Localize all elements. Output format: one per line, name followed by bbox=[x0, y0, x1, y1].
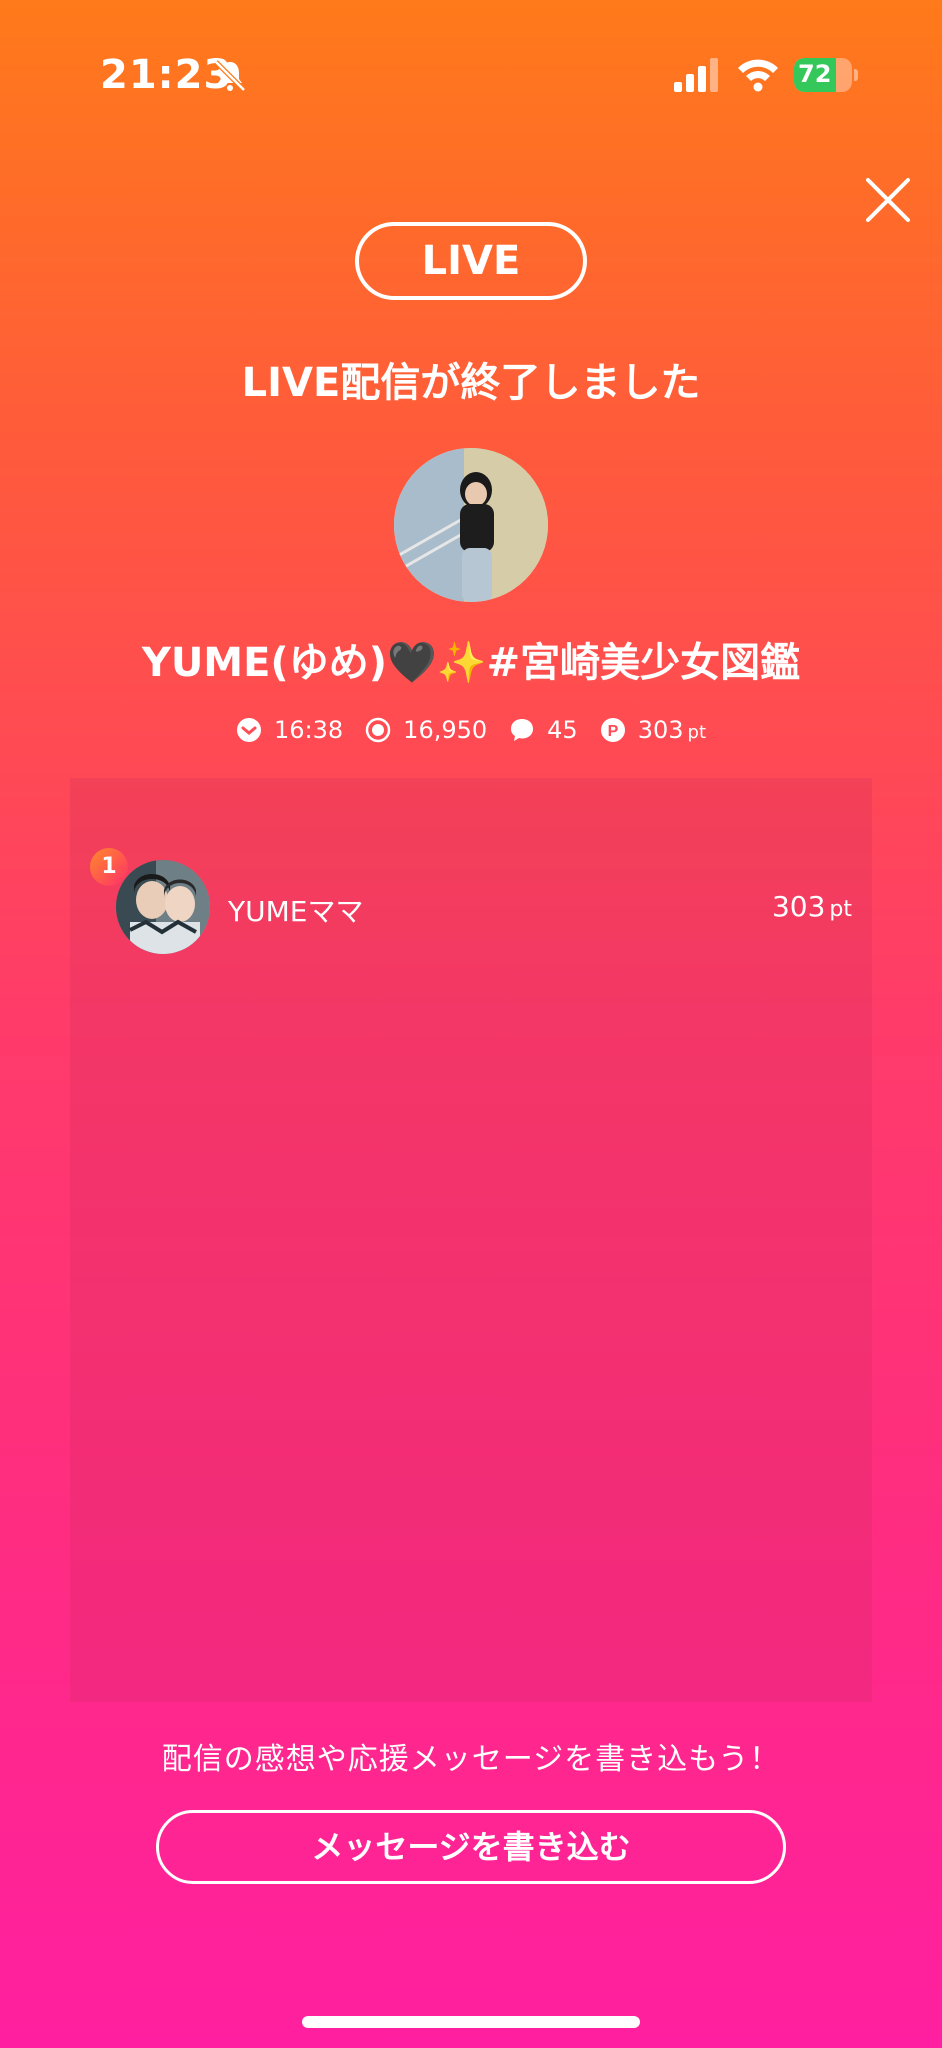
supporter-name: YUMEママ bbox=[228, 895, 364, 928]
streamer-photo bbox=[394, 448, 548, 602]
stat-points-unit: pt bbox=[687, 722, 706, 743]
stat-viewers-value: 16,950 bbox=[403, 716, 488, 744]
battery-indicator: 72 bbox=[794, 58, 858, 92]
live-ended-title: LIVE配信が終了しました bbox=[241, 360, 701, 406]
stat-comments: 45 bbox=[509, 716, 578, 744]
supporter-photo bbox=[116, 860, 210, 954]
live-badge: LIVE bbox=[355, 222, 587, 300]
supporter-points-value: 303 bbox=[771, 890, 826, 923]
bell-muted-icon bbox=[214, 60, 246, 92]
streamer-name: YUME(ゆめ)🖤✨#宮崎美少女図鑑 bbox=[141, 640, 801, 686]
stat-comments-value: 45 bbox=[547, 716, 578, 744]
clock-icon bbox=[237, 718, 261, 742]
stream-stats: 16:38 16,950 45 P 303 pt bbox=[0, 712, 942, 748]
battery-percent: 72 bbox=[798, 60, 832, 88]
comment-icon bbox=[511, 719, 534, 741]
points-icon: P bbox=[600, 718, 625, 742]
close-icon[interactable] bbox=[862, 174, 914, 226]
ranking-row[interactable]: 1 YUMEママ 303 pt bbox=[70, 848, 872, 954]
rank-badge: 1 bbox=[90, 848, 128, 886]
streamer-avatar[interactable] bbox=[394, 448, 548, 602]
stat-points-value: 303 bbox=[637, 716, 684, 744]
message-prompt: 配信の感想や応援メッセージを書き込もう！ bbox=[161, 1742, 781, 1777]
svg-text:P: P bbox=[607, 723, 618, 740]
write-message-button[interactable]: メッセージを書き込む bbox=[156, 1810, 786, 1884]
supporter-avatar bbox=[116, 860, 210, 954]
viewers-icon bbox=[365, 717, 391, 743]
supporter-points: 303 pt bbox=[772, 890, 852, 923]
wifi-icon bbox=[738, 59, 778, 92]
supporter-points-unit: pt bbox=[829, 897, 852, 922]
stat-viewers: 16,950 bbox=[365, 716, 487, 744]
stat-duration-value: 16:38 bbox=[274, 716, 344, 744]
supporter-ranking-panel: 1 YUMEママ 303 pt bbox=[70, 778, 872, 1702]
stat-duration: 16:38 bbox=[236, 716, 343, 744]
stat-points: P 303 pt bbox=[600, 716, 706, 744]
status-bar: 21:23 72 bbox=[0, 0, 942, 150]
cellular-signal-icon bbox=[674, 58, 718, 92]
home-indicator[interactable] bbox=[302, 2016, 640, 2028]
